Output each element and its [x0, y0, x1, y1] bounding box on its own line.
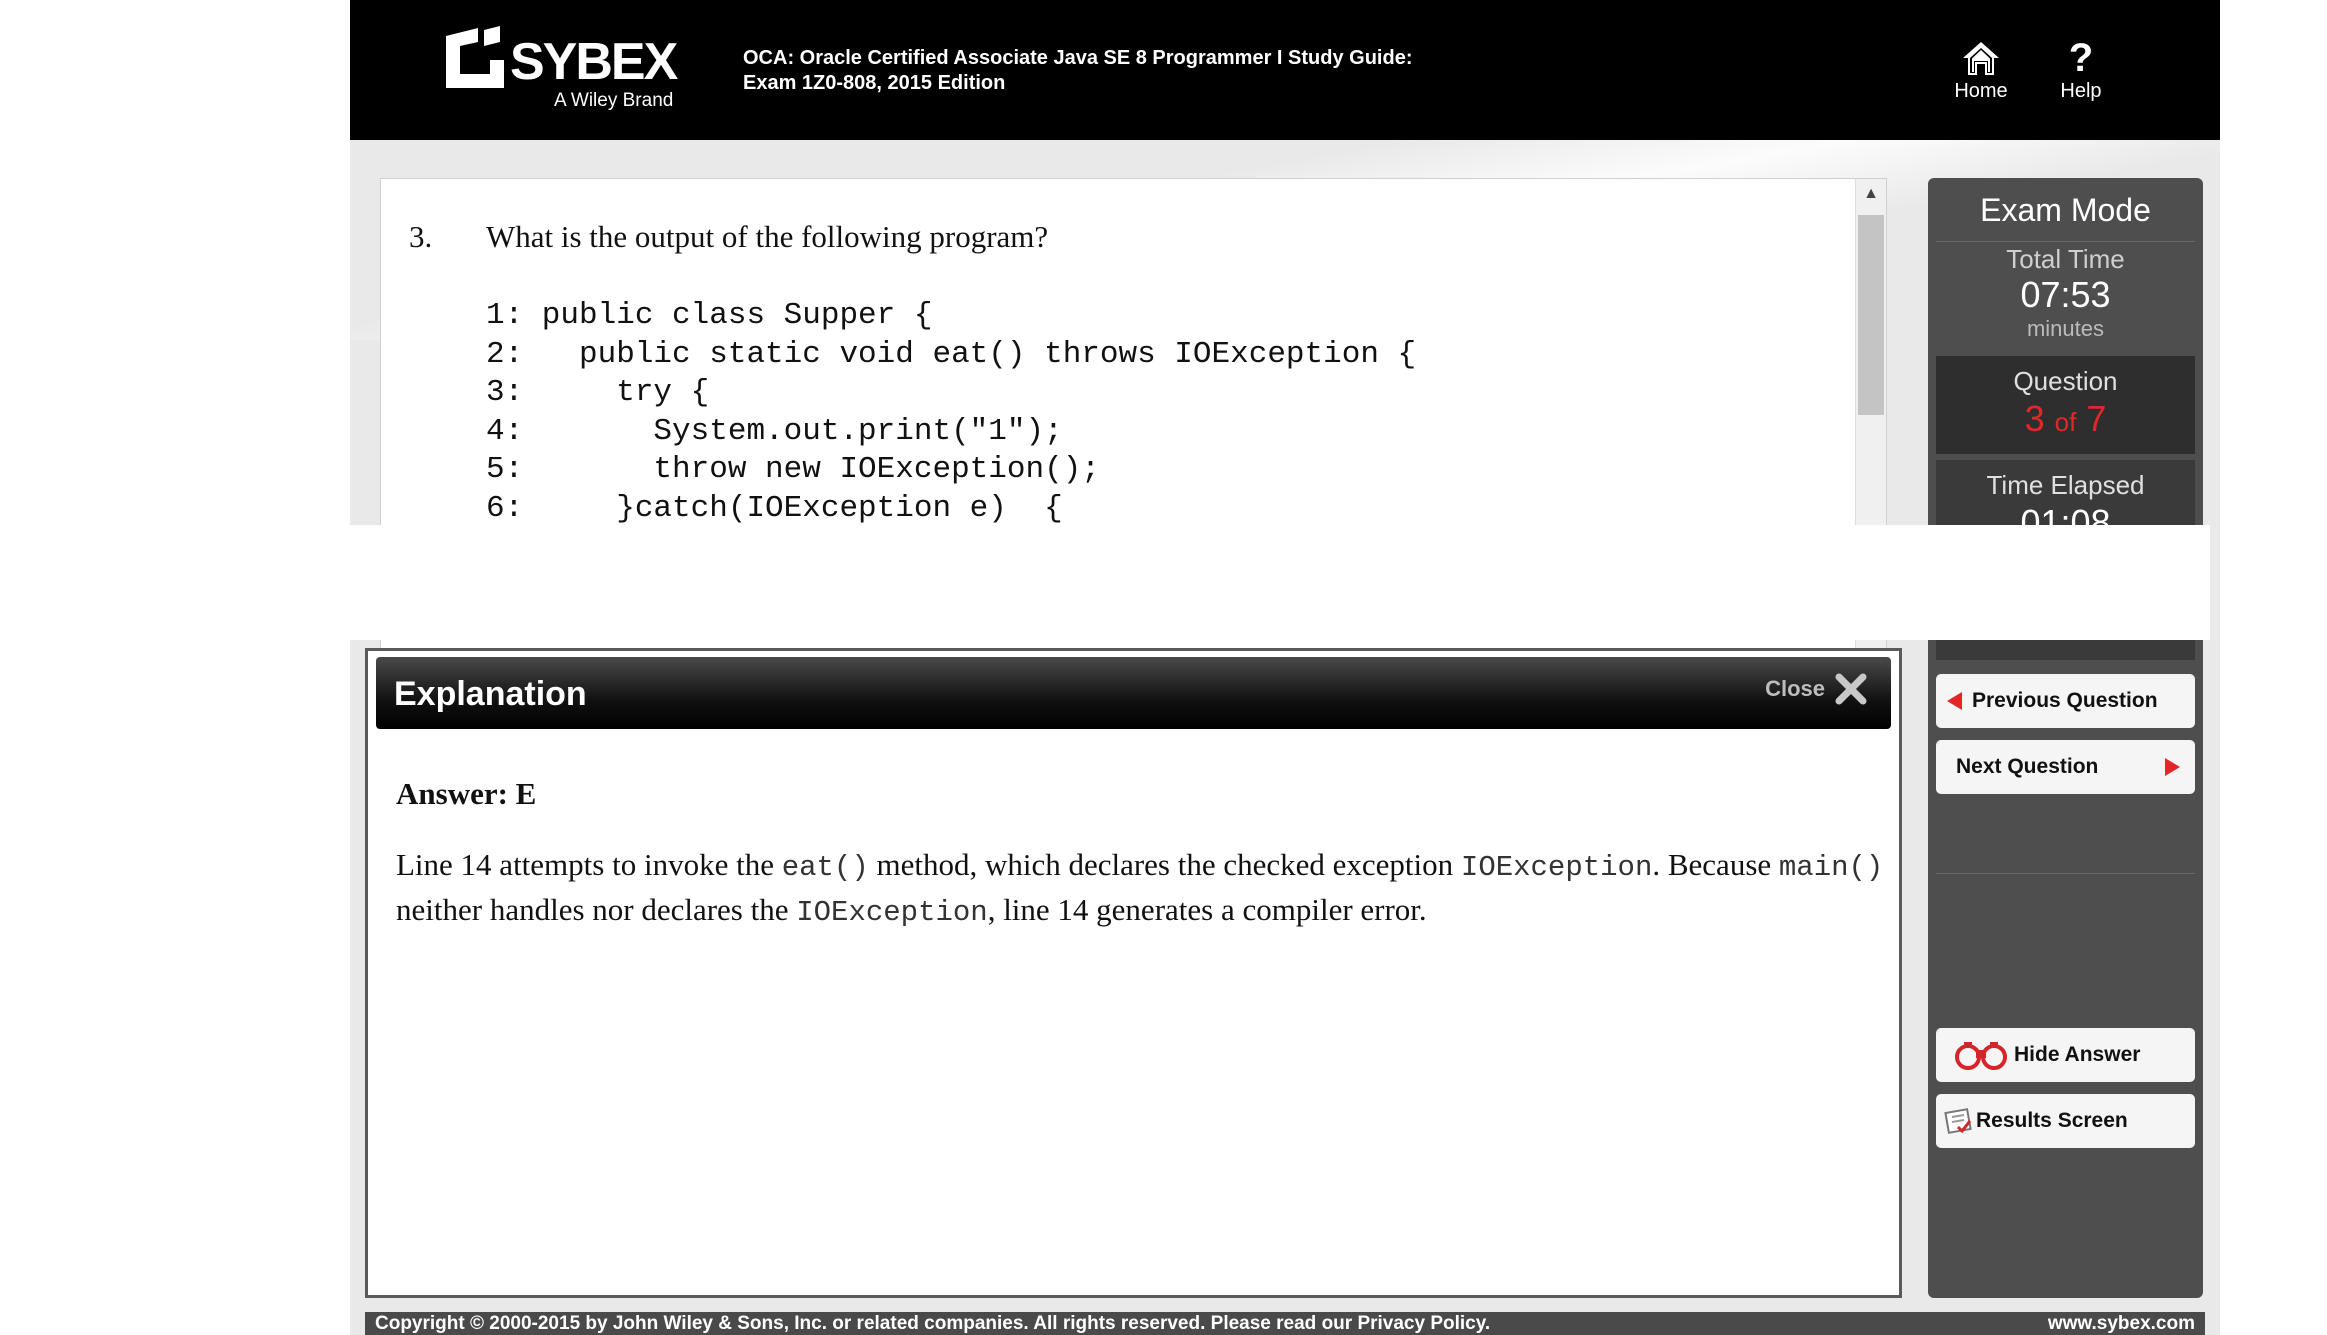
help-icon: ? [2068, 36, 2094, 80]
code-line: 3: try { [486, 375, 710, 410]
sidebar-divider [1936, 241, 2195, 242]
book-title: OCA: Oracle Certified Associate Java SE … [743, 46, 1503, 96]
scroll-thumb[interactable] [1858, 215, 1884, 415]
logo-wordmark: SYBEX [510, 33, 678, 91]
sybex-logo[interactable]: SYBEX A Wiley Brand [438, 24, 678, 119]
explanation-code: eat() [781, 851, 869, 884]
question-counter-value: 3 of 7 [1936, 398, 2195, 440]
explanation-part: . Because [1652, 847, 1779, 882]
results-screen-button[interactable]: Results Screen [1936, 1094, 2195, 1148]
scroll-up-arrow-icon[interactable]: ▲ [1856, 179, 1886, 209]
explanation-part: Line 14 attempts to invoke the [396, 847, 782, 882]
code-line: 5: throw new IOException(); [486, 452, 1100, 487]
results-screen-label: Results Screen [1976, 1109, 2128, 1132]
next-question-label: Next Question [1956, 755, 2099, 778]
footer-bar: Copyright © 2000-2015 by John Wiley & So… [365, 1312, 2205, 1335]
help-label: Help [2060, 80, 2102, 102]
next-arrow-icon [2165, 758, 2180, 776]
previous-question-button[interactable]: Previous Question [1936, 674, 2195, 728]
sybex-logo-icon [446, 26, 504, 88]
total-time-value: 07:53 [2020, 274, 2111, 315]
explanation-title: Explanation [394, 675, 587, 713]
explanation-header: Explanation Close [376, 657, 1891, 729]
code-line: 2: public static void eat() throws IOExc… [486, 336, 1417, 372]
copyright-text: Copyright © 2000-2015 by John Wiley & So… [375, 1313, 1491, 1334]
explanation-text: Line 14 attempts to invoke the eat() met… [396, 844, 1891, 934]
explanation-code: IOException [796, 896, 988, 929]
explanation-code: IOException [1460, 851, 1653, 884]
close-label: Close [1765, 676, 1825, 701]
code-line: 6: }catch(IOException e) { [486, 490, 1063, 526]
hide-answer-label: Hide Answer [2014, 1043, 2141, 1066]
exam-sidebar: Exam Mode Total Time 07:53 minutes Quest… [1928, 178, 2203, 1298]
explanation-modal: Explanation Close Answer: E Line 14 atte… [365, 648, 1902, 1298]
question-of: of [2054, 407, 2077, 437]
total-time-label: Total Time [2006, 244, 2125, 274]
home-label: Home [1954, 80, 2008, 102]
question-counter: Question 3 of 7 [1936, 356, 2195, 454]
question-total: 7 [2086, 398, 2107, 439]
explanation-part: method, which declares the checked excep… [868, 847, 1461, 882]
home-button[interactable]: Home [1941, 36, 2021, 106]
explanation-part: , line 14 generates a compiler error. [987, 892, 1427, 927]
close-button[interactable]: Close [1765, 671, 1869, 707]
explanation-part: neither handles nor declares the [396, 892, 797, 927]
next-question-button[interactable]: Next Question [1936, 740, 2195, 794]
app-window: SYBEX A Wiley Brand OCA: Oracle Certifie… [350, 0, 2220, 1335]
sidebar-divider [1936, 873, 2195, 874]
results-document-icon [1944, 1108, 1972, 1134]
explanation-code: main() [1778, 851, 1884, 884]
hide-answer-button[interactable]: Hide Answer [1936, 1028, 2195, 1082]
total-time-unit: minutes [2026, 316, 2105, 341]
binoculars-icon [1955, 1042, 2007, 1070]
question-counter-label: Question [2013, 366, 2118, 396]
book-title-line1: OCA: Oracle Certified Associate Java SE … [743, 47, 1413, 69]
time-elapsed-label: Time Elapsed [1986, 470, 2145, 500]
logo-subtext: A Wiley Brand [554, 90, 674, 111]
book-title-line2: Exam 1Z0-808, 2015 Edition [743, 72, 1006, 94]
question-current: 3 [2024, 398, 2045, 439]
sybex-site-link[interactable]: www.sybex.com [2048, 1313, 2195, 1335]
previous-question-label: Previous Question [1972, 689, 2158, 712]
exam-mode-title: Exam Mode [1980, 192, 2151, 228]
home-icon [1941, 36, 2021, 80]
code-line: 1: public class Supper { [486, 298, 933, 333]
header-bar: SYBEX A Wiley Brand OCA: Oracle Certifie… [350, 0, 2220, 140]
question-number: 3. [409, 219, 433, 254]
answer-text: Answer: E [396, 776, 537, 811]
question-text: What is the output of the following prog… [486, 219, 1049, 254]
help-button[interactable]: ? Help [2041, 36, 2121, 106]
close-icon [1835, 673, 1867, 705]
page-white-band [350, 525, 2210, 640]
previous-arrow-icon [1947, 692, 1962, 710]
code-line: 4: System.out.print("1"); [486, 413, 1063, 449]
